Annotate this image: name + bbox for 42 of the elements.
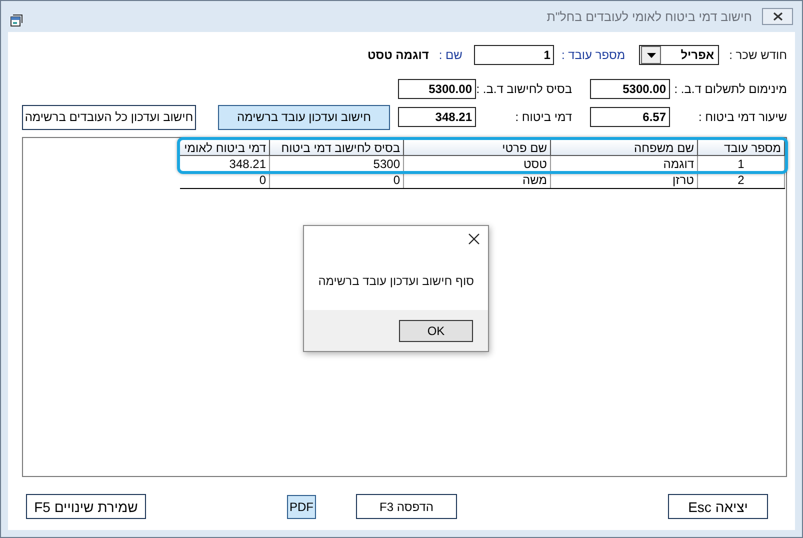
close-icon: [772, 12, 784, 21]
table-cell: 0: [270, 172, 404, 188]
field-label: דמי ביטוח :: [514, 110, 573, 124]
table-cell: טרזן: [550, 172, 698, 188]
column-header[interactable]: שם משפחה: [550, 140, 698, 156]
input-field[interactable]: 6.57: [590, 107, 670, 127]
field-label: מספר עובד :: [561, 48, 626, 62]
column-header[interactable]: דמי ביטוח לאומי: [180, 140, 270, 156]
footer-button[interactable]: PDF: [287, 494, 316, 518]
column-header[interactable]: שם פרטי: [404, 140, 550, 156]
table-cell: 0: [180, 172, 270, 188]
table-cell: טסט: [404, 156, 550, 172]
input-field[interactable]: 348.21: [398, 107, 476, 127]
field-label: מינימום לתשלום ד.ב. :: [673, 82, 787, 96]
action-button[interactable]: חישוב ועדכון עובד ברשימה: [218, 104, 390, 130]
field-label: שם :: [438, 48, 462, 62]
window-title: חישוב דמי ביטוח לאומי לעובדים בחל"ת: [546, 10, 753, 24]
close-button[interactable]: [762, 8, 793, 25]
month-dropdown[interactable]: אפריל: [639, 45, 720, 65]
table-cell: משה: [404, 172, 550, 188]
employee-name: דוגמה טסט: [367, 48, 429, 62]
table-cell: 348.21: [180, 156, 270, 172]
action-button[interactable]: חישוב ועדכון כל העובדים ברשימה: [22, 104, 196, 130]
field-label: שיעור דמי ביטוח :: [697, 110, 787, 124]
table-cell: 1: [698, 156, 784, 172]
table-cell: דוגמה: [550, 156, 698, 172]
input-field[interactable]: 5300.00: [590, 79, 670, 99]
table-cell: 5300: [270, 156, 404, 172]
input-field[interactable]: 5300.00: [398, 79, 476, 99]
ok-button[interactable]: OK: [399, 320, 473, 342]
table-cell: 2: [698, 172, 784, 188]
footer-button[interactable]: שמירת שינויים F5: [26, 494, 146, 519]
field-label: חודש שכר :: [729, 48, 787, 62]
input-field[interactable]: 1: [474, 45, 554, 65]
column-header[interactable]: בסיס לחישוב דמי ביטוח: [270, 140, 404, 156]
column-header[interactable]: מספר עובד: [698, 140, 784, 156]
footer-button[interactable]: יציאה Esc: [668, 494, 768, 519]
field-label: בסיס לחישוב ד.ב. :: [476, 82, 573, 96]
dialog-message: סוף חישוב ועדכון עובד ברשימה: [318, 274, 474, 288]
footer-button[interactable]: הדפסה F3: [356, 494, 457, 519]
close-icon[interactable]: [467, 232, 481, 246]
app-icon: [10, 14, 24, 27]
